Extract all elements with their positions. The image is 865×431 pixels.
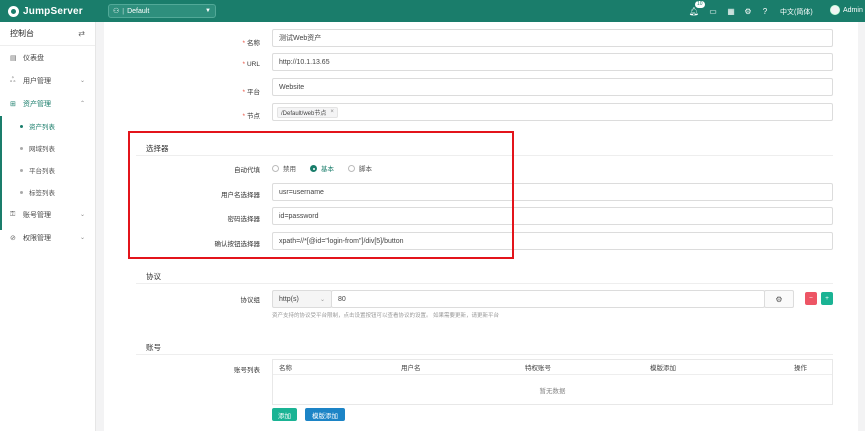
highlight-box <box>128 131 514 259</box>
sidebar-item-label: 权限管理 <box>23 234 51 242</box>
sidebar-subitem-asset-list[interactable]: 资产列表 <box>0 115 95 137</box>
node-tag: /Default/web节点 × <box>277 106 338 118</box>
terminal-icon[interactable]: ▭ <box>708 6 718 16</box>
column-header-template: 模版添加 <box>650 365 676 372</box>
gear-icon: ⚙ <box>775 294 783 304</box>
language-select[interactable]: 中文(简体) <box>780 7 813 17</box>
column-header-name: 名称 <box>279 365 292 372</box>
plus-icon: + <box>825 295 829 302</box>
notification-badge: 10 <box>695 1 705 8</box>
platform-input[interactable]: Website <box>272 78 833 96</box>
sidebar-item-label: 账号管理 <box>23 211 51 219</box>
sidebar-subitem-platform-list[interactable]: 平台列表 <box>0 159 95 181</box>
sidebar-subitem-domain-list[interactable]: 网域列表 <box>0 137 95 159</box>
assets-icon: ⊞ <box>10 100 16 108</box>
chevron-up-icon: ⌃ <box>79 101 85 107</box>
node-tag-label: /Default/web节点 <box>281 110 327 117</box>
collapse-toggle-icon[interactable]: ⇄ <box>78 29 85 38</box>
add-protocol-button[interactable]: + <box>821 292 833 305</box>
section-divider <box>136 283 833 284</box>
users-icon: ஃ <box>10 77 16 84</box>
permissions-icon: ⊘ <box>10 234 16 242</box>
help-icon[interactable]: ? <box>760 6 770 16</box>
sidebar-item-accounts[interactable]: ⚿ 账号管理 ⌄ <box>0 203 95 226</box>
settings-icon[interactable]: ⚙ <box>743 6 753 16</box>
protocol-name: http(s) <box>279 295 299 303</box>
url-label: * URL <box>242 61 260 68</box>
protocol-select[interactable]: http(s) ⌄ <box>272 290 332 308</box>
account-table: 名称 用户名 特权账号 模版添加 操作 暂无数据 <box>272 359 833 405</box>
sidebar-item-dashboard[interactable]: ▤ 仪表盘 <box>0 46 95 69</box>
user-menu[interactable]: Admin <box>830 5 863 15</box>
chevron-down-icon: ▼ <box>205 8 211 14</box>
organization-icon: ⚇ <box>113 8 120 15</box>
top-bar: JumpServer ⚇ | Default ▼ 🔔︎ 10 ▭ ▦ ⚙ ? 中… <box>0 0 865 22</box>
name-input[interactable]: 测试Web资产 <box>272 29 833 47</box>
separator: | <box>122 7 125 15</box>
column-header-privileged: 特权账号 <box>525 365 551 372</box>
sidebar-title: 控制台 <box>10 29 34 38</box>
chevron-down-icon: ⌄ <box>79 78 85 84</box>
node-label: * 节点 <box>242 113 260 120</box>
table-header: 名称 用户名 特权账号 模版添加 操作 <box>273 360 832 375</box>
sidebar-item-assets[interactable]: ⊞ 资产管理 ⌃ <box>0 92 95 115</box>
column-header-actions: 操作 <box>794 365 807 372</box>
name-label: * 名称 <box>242 40 260 47</box>
url-input[interactable]: http://10.1.13.65 <box>272 53 833 71</box>
account-list-label: 账号列表 <box>234 367 260 374</box>
grid-icon[interactable]: ▦ <box>726 6 736 16</box>
protocol-hint: 资产支持的协议受平台限制，点击设置按钮可以查看协议的设置。 如果需要更新，请更新… <box>272 313 500 319</box>
close-icon[interactable]: × <box>330 109 334 115</box>
dashboard-icon: ▤ <box>10 54 17 62</box>
node-select[interactable]: /Default/web节点 × <box>272 103 833 121</box>
user-name: Admin <box>843 6 863 14</box>
chevron-down-icon: ⌄ <box>79 212 85 218</box>
platform-label: * 平台 <box>242 89 260 96</box>
accounts-icon: ⚿ <box>10 210 16 218</box>
logo[interactable]: JumpServer <box>8 5 83 17</box>
protocol-group-label: 协议组 <box>240 297 261 304</box>
chevron-down-icon: ⌄ <box>319 296 325 303</box>
remove-protocol-button[interactable]: − <box>805 292 817 305</box>
column-header-username: 用户名 <box>401 365 421 372</box>
organization-select[interactable]: ⚇ | Default ▼ <box>108 4 216 18</box>
protocol-port-input[interactable]: 80 <box>331 290 765 308</box>
protocol-section-title: 协议 <box>146 272 161 281</box>
minus-icon: − <box>809 295 813 302</box>
sidebar-item-label: 仪表盘 <box>23 54 44 62</box>
template-add-button[interactable]: 模版添加 <box>305 408 345 421</box>
account-section-title: 账号 <box>146 343 161 352</box>
sidebar-item-users[interactable]: ஃ 用户管理 ⌄ <box>0 69 95 92</box>
add-account-button[interactable]: 添加 <box>272 408 297 421</box>
avatar <box>830 5 840 15</box>
table-empty-text: 暂无数据 <box>539 388 566 395</box>
sidebar-header: 控制台 ⇄ <box>0 22 95 46</box>
sidebar-item-label: 资产管理 <box>23 100 51 108</box>
sidebar-subitem-label-list[interactable]: 标签列表 <box>0 181 95 203</box>
sidebar-item-label: 用户管理 <box>23 77 51 85</box>
logo-mark-icon <box>8 5 19 17</box>
active-indicator <box>0 116 2 230</box>
chevron-down-icon: ⌄ <box>79 235 85 241</box>
sidebar-item-permissions[interactable]: ⊘ 权限管理 ⌄ <box>0 226 95 249</box>
brand-name: JumpServer <box>23 5 83 17</box>
organization-value: Default <box>127 7 150 15</box>
sidebar: 控制台 ⇄ ▤ 仪表盘 ஃ 用户管理 ⌄ ⊞ 资产管理 ⌃ 资产列表 网域列表 … <box>0 22 96 431</box>
section-divider <box>136 354 833 355</box>
protocol-settings-button[interactable]: ⚙ <box>764 290 794 308</box>
